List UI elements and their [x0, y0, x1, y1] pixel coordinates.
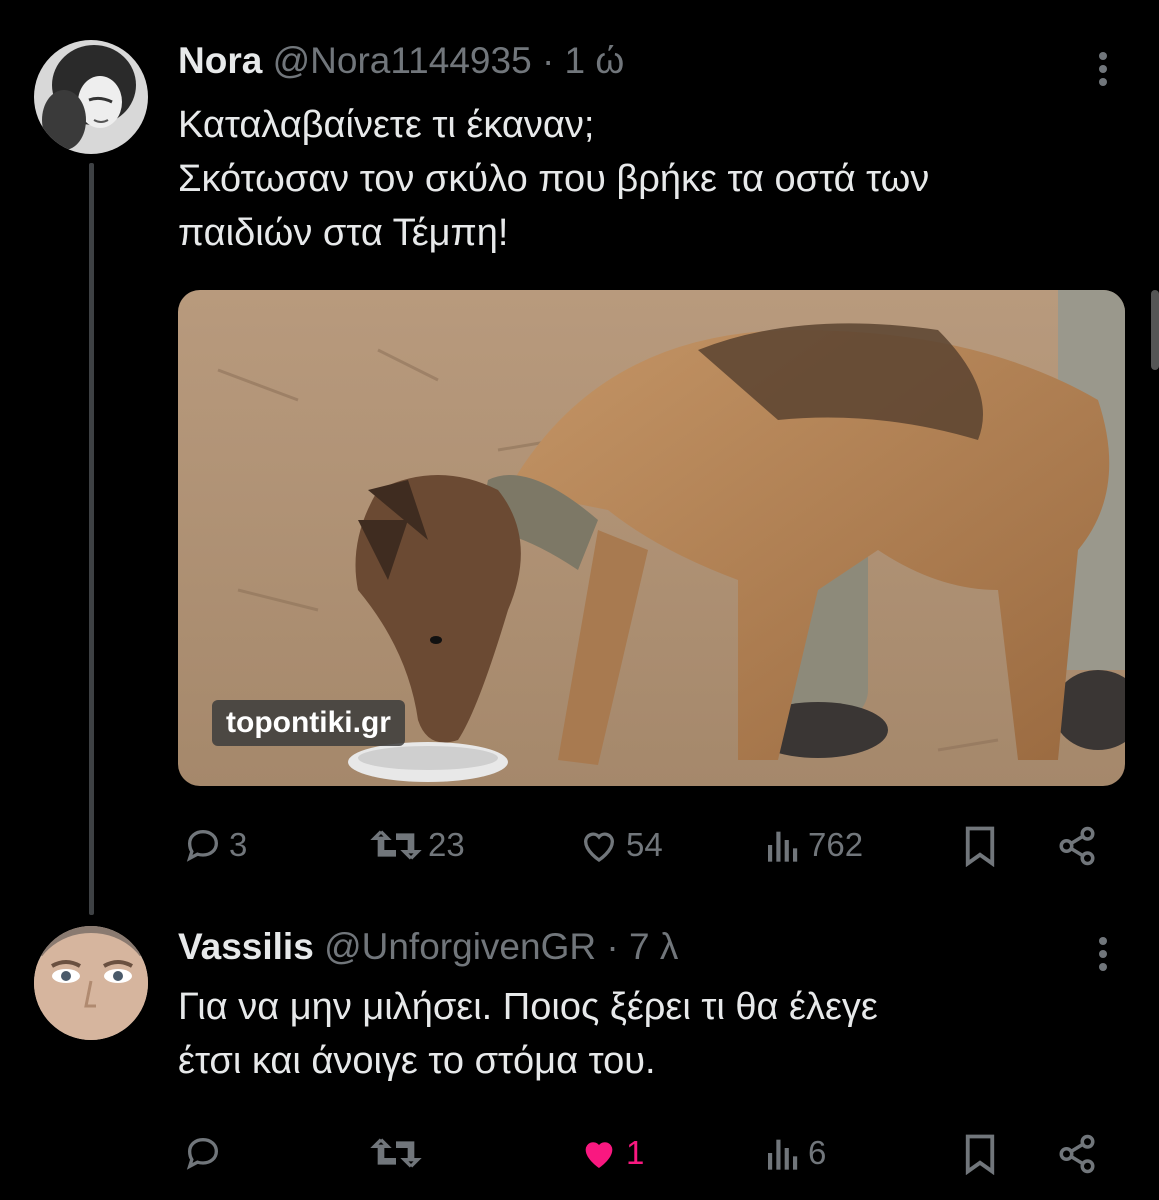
display-name[interactable]: Vassilis: [178, 926, 314, 967]
like-count: 1: [626, 1134, 645, 1171]
tweet-header: Nora @Nora1144935 · 1 ώ: [178, 40, 624, 82]
timestamp[interactable]: 7 λ: [629, 926, 678, 967]
retweet-icon: [370, 1138, 422, 1168]
tweet-actions: 1 6: [0, 1125, 1159, 1185]
user-handle[interactable]: @Nora1144935: [273, 40, 532, 81]
more-options-icon[interactable]: [1099, 937, 1109, 976]
analytics-icon: [768, 1139, 798, 1170]
more-options-icon[interactable]: [1099, 52, 1109, 91]
reply-icon: [186, 1137, 219, 1170]
heart-filled-icon: [585, 1142, 613, 1168]
retweet-button[interactable]: [370, 1133, 428, 1173]
separator-dot: ·: [606, 926, 619, 967]
avatar[interactable]: [34, 40, 148, 154]
user-handle[interactable]: @UnforgivenGR: [324, 926, 596, 967]
reply-count: 3: [229, 826, 248, 863]
bookmark-button[interactable]: [962, 825, 998, 867]
retweet-icon: [370, 830, 422, 860]
like-button[interactable]: 54: [578, 825, 663, 865]
share-icon: [1059, 1134, 1095, 1174]
like-button[interactable]: 1: [578, 1133, 644, 1173]
timestamp[interactable]: 1 ώ: [565, 40, 625, 81]
reply-button[interactable]: 3: [183, 825, 247, 865]
share-button[interactable]: [1056, 1133, 1098, 1175]
retweet-button[interactable]: 23: [370, 825, 465, 865]
tweet-nora[interactable]: Nora @Nora1144935 · 1 ώ Καταλαβαίνετε τι…: [0, 0, 1159, 900]
separator-dot: ·: [541, 40, 555, 81]
bookmark-icon: [965, 826, 995, 867]
display-name[interactable]: Nora: [178, 40, 262, 81]
retweet-count: 23: [428, 826, 465, 863]
share-icon: [1059, 826, 1095, 866]
heart-icon: [583, 832, 615, 862]
views-button[interactable]: 6: [764, 1133, 826, 1173]
image-watermark: topontiki.gr: [212, 700, 405, 746]
analytics-icon: [768, 831, 798, 862]
reply-icon: [186, 829, 219, 862]
bookmark-button[interactable]: [962, 1133, 998, 1175]
view-count: 6: [808, 1134, 827, 1171]
tweet-actions: 3 23 54 762: [0, 815, 1159, 875]
tweet-vassilis[interactable]: Vassilis @UnforgivenGR · 7 λ Για να μην …: [0, 900, 1159, 1200]
tweet-text: Καταλαβαίνετε τι έκαναν; Σκότωσαν τον σκ…: [178, 104, 930, 254]
avatar[interactable]: [34, 926, 148, 1040]
like-count: 54: [626, 826, 663, 863]
share-button[interactable]: [1056, 825, 1098, 867]
views-button[interactable]: 762: [764, 825, 863, 865]
bookmark-icon: [965, 1134, 995, 1175]
scrollbar-thumb[interactable]: [1151, 290, 1159, 370]
tweet-image[interactable]: topontiki.gr: [178, 290, 1125, 786]
tweet-header: Vassilis @UnforgivenGR · 7 λ: [178, 926, 678, 968]
view-count: 762: [808, 826, 864, 863]
tweet-text: Για να μην μιλήσει. Ποιος ξέρει τι θα έλ…: [178, 986, 878, 1082]
reply-button[interactable]: [183, 1133, 229, 1173]
